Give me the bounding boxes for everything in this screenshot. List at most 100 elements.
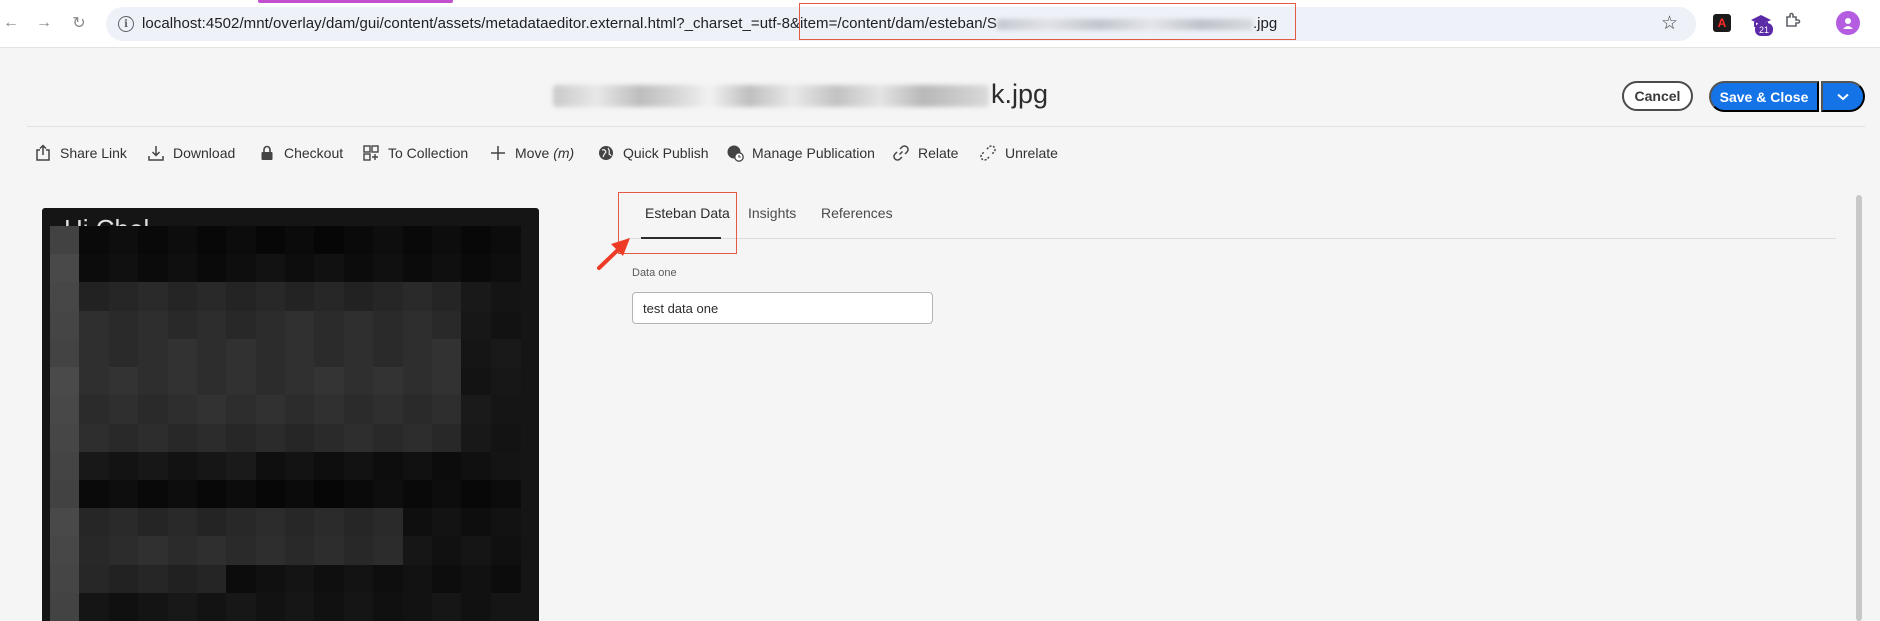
- download-icon: [147, 144, 165, 162]
- pixel-block: [50, 508, 80, 537]
- pixel-block: [343, 395, 374, 424]
- tab-divider: [627, 238, 1836, 239]
- extensions-puzzle-icon[interactable]: [1784, 11, 1802, 34]
- pixel-block: [461, 479, 492, 509]
- relate-action[interactable]: Relate: [892, 142, 958, 164]
- pixel-block: [50, 254, 80, 283]
- pixel-block: [314, 310, 345, 340]
- pixel-block: [402, 367, 433, 396]
- pixel-block: [490, 226, 521, 255]
- manage-publication-action[interactable]: Manage Publication: [726, 142, 875, 164]
- save-close-button[interactable]: Save & Close: [1709, 81, 1819, 112]
- pixel-block: [108, 367, 139, 396]
- pixel-block: [167, 423, 198, 453]
- pixel-block: [461, 254, 492, 283]
- pixel-block: [50, 226, 80, 255]
- pixel-block: [79, 451, 110, 481]
- pixel-block: [343, 282, 374, 312]
- header-divider: [27, 126, 1865, 127]
- download-action[interactable]: Download: [147, 142, 235, 164]
- pixel-block: [314, 479, 345, 509]
- pixel-block: [138, 423, 168, 453]
- pixel-block: [196, 451, 227, 481]
- pixel-block: [196, 338, 227, 368]
- site-info-icon[interactable]: i: [118, 16, 134, 32]
- pixelated-image: [50, 226, 521, 621]
- pixel-block: [402, 395, 433, 424]
- scrollbar-thumb[interactable]: [1856, 195, 1862, 621]
- reload-icon[interactable]: ↻: [68, 12, 90, 34]
- move-action[interactable]: Move (m): [489, 142, 574, 164]
- checkout-action[interactable]: Checkout: [258, 142, 343, 164]
- asset-title: k.jpg: [553, 79, 1048, 110]
- pixel-block: [255, 592, 286, 621]
- pixel-block: [343, 310, 374, 340]
- pixel-block: [431, 564, 462, 594]
- link-icon: [892, 144, 910, 162]
- manage-publication-label: Manage Publication: [752, 145, 875, 161]
- pixel-block: [226, 479, 257, 509]
- unrelate-action[interactable]: Unrelate: [979, 142, 1058, 164]
- pixel-block: [285, 226, 315, 255]
- pixel-block: [226, 226, 257, 255]
- pixel-block: [138, 254, 168, 283]
- pixel-block: [196, 508, 227, 537]
- pixel-block: [461, 451, 492, 481]
- pixel-block: [490, 310, 521, 340]
- pixel-block: [255, 536, 286, 566]
- save-options-dropdown[interactable]: [1821, 81, 1865, 112]
- to-collection-action[interactable]: To Collection: [362, 142, 468, 164]
- share-link-label: Share Link: [60, 145, 127, 161]
- pixel-block: [226, 282, 257, 312]
- pixel-block: [343, 226, 374, 255]
- pixel-block: [167, 367, 198, 396]
- pixel-block: [461, 226, 492, 255]
- back-icon[interactable]: ←: [0, 12, 22, 34]
- pixel-block: [431, 423, 462, 453]
- pixel-block: [461, 564, 492, 594]
- pixel-block: [431, 592, 462, 621]
- pixel-block: [50, 451, 80, 481]
- pixel-block: [255, 338, 286, 368]
- data-one-input[interactable]: [632, 292, 933, 324]
- pixel-block: [285, 367, 315, 396]
- pixel-block: [314, 564, 345, 594]
- pixel-block: [79, 423, 110, 453]
- pixel-block: [79, 282, 110, 312]
- pixel-block: [108, 536, 139, 566]
- move-shortcut: (m): [553, 145, 575, 161]
- quick-publish-action[interactable]: Quick Publish: [597, 142, 709, 164]
- pixel-block: [431, 395, 462, 424]
- pixel-block: [402, 592, 433, 621]
- pixel-block: [490, 395, 521, 424]
- pixel-block: [50, 479, 80, 509]
- pixel-block: [402, 508, 433, 537]
- forward-icon[interactable]: →: [33, 12, 55, 34]
- pixel-block: [226, 423, 257, 453]
- profile-avatar-icon[interactable]: [1836, 11, 1860, 35]
- pixel-block: [461, 282, 492, 312]
- pixel-block: [138, 338, 168, 368]
- pixel-block: [343, 592, 374, 621]
- pixel-block: [314, 451, 345, 481]
- pixel-block: [314, 423, 345, 453]
- pixel-block: [50, 310, 80, 340]
- pixel-block: [138, 395, 168, 424]
- pixel-block: [373, 395, 403, 424]
- acrobat-extension-icon[interactable]: A: [1713, 14, 1731, 32]
- bookmark-star-icon[interactable]: ☆: [1661, 12, 1678, 35]
- pixel-block: [167, 226, 198, 255]
- tab-references[interactable]: References: [821, 205, 893, 221]
- share-link-action[interactable]: Share Link: [34, 142, 127, 164]
- pixel-block: [402, 226, 433, 255]
- cancel-button[interactable]: Cancel: [1622, 81, 1693, 111]
- pixel-block: [373, 479, 403, 509]
- pixel-block: [314, 282, 345, 312]
- pixel-block: [50, 282, 80, 312]
- tab-insights[interactable]: Insights: [748, 205, 796, 221]
- pixel-block: [108, 508, 139, 537]
- pixel-block: [167, 338, 198, 368]
- pixel-block: [490, 536, 521, 566]
- pixel-block: [167, 564, 198, 594]
- pixel-block: [402, 338, 433, 368]
